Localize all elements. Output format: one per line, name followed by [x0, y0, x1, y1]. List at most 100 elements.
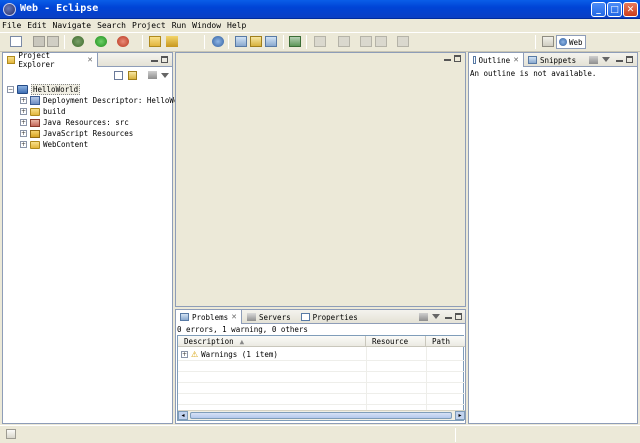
- menu-file[interactable]: File: [2, 21, 21, 30]
- outline-tabbar: Outline ✕ Snippets: [469, 53, 637, 67]
- tree-label: Java Resources: src: [43, 118, 129, 127]
- new-icon[interactable]: [10, 36, 22, 47]
- scroll-left-icon[interactable]: ◂: [178, 411, 188, 420]
- problems-panel: Problems ✕ Servers Properties 0 errors, …: [175, 309, 466, 424]
- editor-area[interactable]: [175, 52, 466, 307]
- tab-servers[interactable]: Servers: [242, 310, 296, 324]
- new-web-project-icon[interactable]: [250, 36, 262, 47]
- perspective-web-button[interactable]: Web: [556, 35, 586, 49]
- problems-summary: 0 errors, 1 warning, 0 others: [177, 325, 308, 334]
- back-icon[interactable]: [375, 36, 387, 47]
- tree-item-javascript-resources[interactable]: + JavaScript Resources: [20, 128, 133, 139]
- open-type-icon[interactable]: [166, 36, 178, 47]
- snippets-icon: [528, 56, 537, 64]
- project-icon: [17, 85, 28, 94]
- view-filter-icon[interactable]: [589, 56, 598, 64]
- column-path[interactable]: Path: [426, 336, 465, 347]
- column-label: Description: [184, 336, 234, 346]
- view-filter-icon[interactable]: [148, 71, 157, 79]
- table-row[interactable]: + ⚠ Warnings (1 item): [181, 349, 278, 360]
- minimize-view-icon[interactable]: [445, 317, 452, 319]
- expand-icon[interactable]: +: [20, 141, 27, 148]
- tree-item-webcontent[interactable]: + WebContent: [20, 139, 88, 150]
- forward-icon[interactable]: [397, 36, 409, 47]
- tab-snippets[interactable]: Snippets: [524, 53, 580, 67]
- minimize-view-icon[interactable]: [616, 60, 623, 62]
- scrollbar-thumb[interactable]: [190, 412, 452, 419]
- view-menu-icon[interactable]: [602, 55, 610, 62]
- fast-view-icon[interactable]: [6, 429, 16, 439]
- close-button[interactable]: ✕: [623, 2, 638, 17]
- column-resource[interactable]: Resource: [366, 336, 426, 347]
- tab-project-explorer[interactable]: Project Explorer ✕: [3, 51, 98, 69]
- tree-item-java-resources[interactable]: + Java Resources: src: [20, 117, 129, 128]
- print-icon[interactable]: [47, 36, 59, 47]
- tree-item-deployment-descriptor[interactable]: + Deployment Descriptor: HelloWorld: [20, 95, 192, 106]
- tab-outline[interactable]: Outline ✕: [469, 53, 524, 67]
- project-explorer-panel: Project Explorer ✕ − HelloWorld + Deploy…: [2, 51, 192, 424]
- open-folder-icon[interactable]: [149, 36, 161, 47]
- column-label: Resource: [372, 336, 409, 346]
- view-menu-icon[interactable]: [432, 312, 440, 319]
- expand-icon[interactable]: +: [20, 130, 27, 137]
- save-icon[interactable]: [33, 36, 45, 47]
- close-view-icon[interactable]: ✕: [231, 313, 237, 321]
- outline-icon: [473, 56, 476, 64]
- external-tools-icon[interactable]: [117, 36, 129, 47]
- menu-edit[interactable]: Edit: [27, 21, 46, 30]
- last-edit-location-icon[interactable]: [360, 36, 372, 47]
- bottom-tabbar: Problems ✕ Servers Properties: [176, 310, 465, 324]
- open-web-browser-icon[interactable]: [212, 36, 224, 47]
- collapse-all-icon[interactable]: [114, 71, 123, 80]
- tree-item-helloworld[interactable]: − HelloWorld: [7, 84, 81, 95]
- menu-project[interactable]: Project: [132, 21, 166, 30]
- maximize-view-icon[interactable]: [455, 313, 462, 320]
- expand-icon[interactable]: +: [20, 108, 27, 115]
- minimize-button[interactable]: _: [591, 2, 606, 17]
- sort-ascending-icon: ▲: [239, 336, 245, 346]
- next-annotation-icon[interactable]: [314, 36, 326, 47]
- tab-problems[interactable]: Problems ✕: [176, 310, 242, 324]
- javascript-resources-icon: [30, 129, 40, 138]
- view-filter-icon[interactable]: [419, 313, 428, 321]
- minimize-editor-icon[interactable]: [444, 59, 451, 61]
- maximize-button[interactable]: □: [607, 2, 622, 17]
- menu-help[interactable]: Help: [227, 21, 246, 30]
- menu-navigate[interactable]: Navigate: [53, 21, 92, 30]
- warning-icon: ⚠: [191, 350, 199, 359]
- folder-icon: [30, 140, 40, 149]
- previous-annotation-icon[interactable]: [338, 36, 350, 47]
- minimize-view-icon[interactable]: [151, 60, 158, 62]
- new-server-icon[interactable]: [235, 36, 247, 47]
- open-perspective-icon[interactable]: [542, 36, 554, 47]
- menu-search[interactable]: Search: [97, 21, 126, 30]
- debug-icon[interactable]: [72, 36, 84, 47]
- link-with-editor-icon[interactable]: [128, 71, 137, 80]
- close-view-icon[interactable]: ✕: [513, 56, 519, 64]
- column-description[interactable]: Description ▲: [178, 336, 366, 347]
- maximize-view-icon[interactable]: [626, 56, 633, 63]
- row-description: Warnings (1 item): [201, 350, 278, 359]
- view-menu-icon[interactable]: [161, 71, 169, 78]
- tree-item-build[interactable]: + build: [20, 106, 66, 117]
- close-icon: ✕: [626, 4, 635, 15]
- window-title: Web - Eclipse: [20, 3, 99, 14]
- menu-window[interactable]: Window: [192, 21, 221, 30]
- outline-panel: Outline ✕ Snippets An outline is not ava…: [468, 52, 638, 424]
- maximize-view-icon[interactable]: [161, 56, 168, 63]
- search-icon[interactable]: [289, 36, 301, 47]
- close-view-icon[interactable]: ✕: [87, 56, 93, 64]
- maximize-editor-icon[interactable]: [454, 55, 461, 62]
- menu-run[interactable]: Run: [172, 21, 186, 30]
- new-servlet-icon[interactable]: [265, 36, 277, 47]
- expand-icon[interactable]: +: [181, 351, 188, 358]
- collapse-icon[interactable]: −: [7, 86, 14, 93]
- problems-table: Description ▲ Resource Path + ⚠ Warnings…: [177, 335, 465, 421]
- scroll-right-icon[interactable]: ▸: [455, 411, 465, 420]
- expand-icon[interactable]: +: [20, 119, 27, 126]
- expand-icon[interactable]: +: [20, 97, 27, 104]
- tab-properties[interactable]: Properties: [296, 310, 363, 324]
- horizontal-scrollbar[interactable]: ◂ ▸: [178, 410, 465, 420]
- project-explorer-tabbar: Project Explorer ✕: [3, 51, 172, 69]
- run-icon[interactable]: [95, 36, 107, 47]
